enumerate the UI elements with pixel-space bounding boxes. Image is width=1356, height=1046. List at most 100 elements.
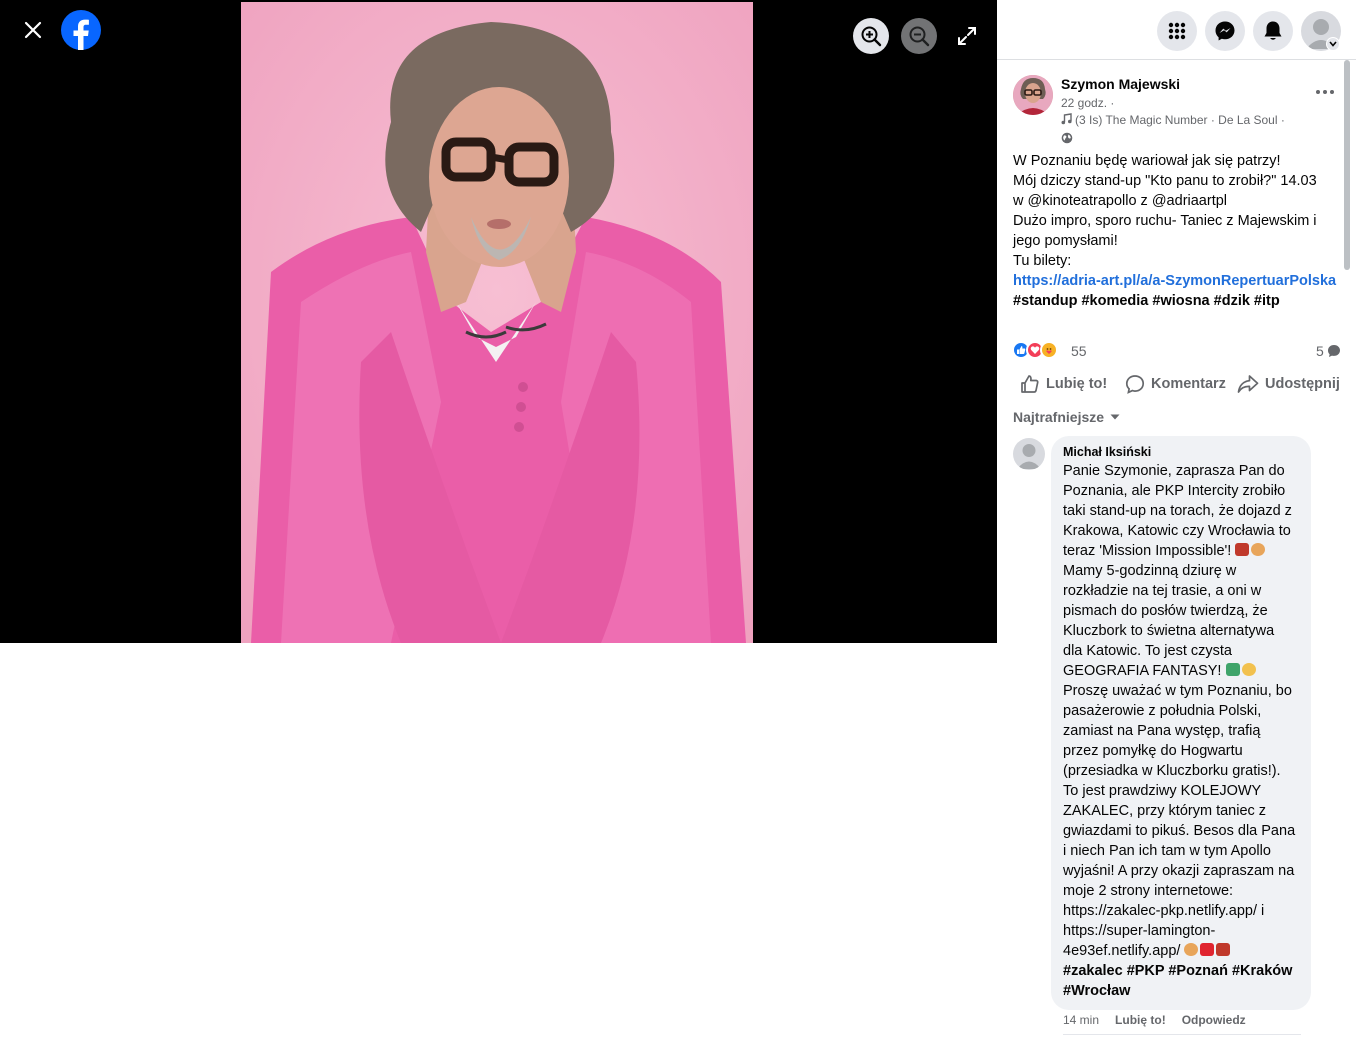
post-text-line: jego pomysłami! <box>1013 233 1118 249</box>
comment-link[interactable]: https://zakalec-pkp.netlify.app/ i <box>1063 901 1299 921</box>
share-button[interactable]: Udostępnij <box>1237 374 1340 394</box>
share-icon <box>1237 375 1259 393</box>
comment-author[interactable]: Michał Iksiński <box>1063 444 1299 460</box>
top-bar <box>997 0 1356 60</box>
comment-line: zamiast na Pana występ, trafią <box>1063 723 1261 739</box>
comment-line: Krakowa, Katowic czy Wrocławia to <box>1063 523 1291 539</box>
caret-down-icon <box>1110 414 1120 420</box>
audience-public[interactable] <box>1061 131 1073 149</box>
comment-reply-button[interactable]: Odpowiedz <box>1182 1013 1246 1027</box>
comment-line: pismach do posłów twierdzą, że <box>1063 603 1268 619</box>
cross-mark-emoji-icon <box>1200 943 1215 956</box>
post-photo[interactable] <box>241 2 753 643</box>
chevron-down-icon <box>1329 41 1337 47</box>
post-text-line: Mój dziczy stand-up "Kto panu to zrobił?… <box>1013 173 1317 189</box>
facebook-logo[interactable] <box>61 10 101 50</box>
comment-line: rozkładzie na tej trasie, a oni w <box>1063 583 1262 599</box>
author-avatar[interactable] <box>1013 75 1053 115</box>
notifications-button[interactable] <box>1253 11 1293 51</box>
comment-count[interactable]: 5 <box>1316 343 1341 359</box>
photo-illustration <box>241 2 753 643</box>
more-options-button[interactable] <box>1313 82 1337 102</box>
care-reaction-icon <box>1040 341 1058 359</box>
ticket-link[interactable]: https://adria-art.pl/a/a-SzymonRepertuar… <box>1013 271 1343 291</box>
post-hashtags[interactable]: #standup #komedia #wiosna #dzik #itp <box>1013 291 1343 311</box>
comment-line: i niech Pan ich tam w tym Apollo <box>1063 843 1271 859</box>
post-text-line: W Poznaniu będę wariował jak się patrzy! <box>1013 153 1281 169</box>
photo-viewer <box>0 0 997 643</box>
more-icon <box>1316 90 1320 94</box>
sort-label: Najtrafniejsze <box>1013 409 1105 425</box>
comment-label: Komentarz <box>1151 376 1226 392</box>
music-title: (3 Is) The Magic Number · De La Soul · <box>1075 113 1285 127</box>
comment-hashtags[interactable]: #zakalec #PKP #Poznań #Kraków <box>1063 961 1299 981</box>
comment-line: przez pomyłkę do Hogwartu <box>1063 743 1243 759</box>
comment-line: ZAKALEC, przy którym taniec z <box>1063 803 1267 819</box>
comment-line: pasażerowie z południa Polski, <box>1063 703 1262 719</box>
comment-line: wyjaśni! A przy okazji zapraszam na <box>1063 863 1295 879</box>
close-button[interactable] <box>18 15 48 45</box>
fullscreen-icon <box>958 27 976 45</box>
comment-time[interactable]: 14 min <box>1063 1013 1099 1027</box>
clown-emoji-icon <box>1241 663 1256 676</box>
reaction-icons[interactable] <box>1012 341 1058 359</box>
scrollbar-thumb[interactable] <box>1344 60 1350 270</box>
like-label: Lubię to! <box>1046 376 1108 392</box>
comment-line: taki stand-up na torach, że dojazd z <box>1063 503 1292 519</box>
post-timestamp[interactable]: 22 godz. · <box>1061 96 1114 110</box>
comment-hashtags[interactable]: #Wrocław <box>1063 981 1299 1001</box>
comment-link[interactable]: 4e93ef.netlify.app/ <box>1063 943 1180 959</box>
bell-icon <box>1264 21 1282 40</box>
comment-line: Kluczbork to świetna alternatywa <box>1063 623 1275 639</box>
train-emoji-icon <box>1235 543 1250 556</box>
pie-emoji-icon <box>1251 543 1266 556</box>
comment-line: Panie Szymonie, zaprasza Pan do <box>1063 463 1285 479</box>
share-label: Udostępnij <box>1265 376 1340 392</box>
menu-button[interactable] <box>1157 11 1197 51</box>
like-button[interactable]: Lubię to! <box>1020 374 1107 394</box>
post-text-line: Dużo impro, sporo ruchu- Taniec z Majews… <box>1013 213 1317 229</box>
more-icon-dot <box>1323 90 1327 94</box>
zoom-in-icon <box>861 26 882 47</box>
comment-line-with-emoji: teraz 'Mission Impossible'! <box>1063 541 1299 561</box>
post-text-line: w @kinoteatrapollo z @adriaartpl <box>1013 193 1228 209</box>
account-menu-chevron[interactable] <box>1326 37 1340 51</box>
comment-button[interactable]: Komentarz <box>1125 374 1226 394</box>
comment-line: gwiazdami to pikuś. Besos dla Pana <box>1063 823 1296 839</box>
avatar <box>1013 75 1053 115</box>
divider <box>1063 1034 1301 1035</box>
messenger-button[interactable] <box>1205 11 1245 51</box>
thumbs-up-icon <box>1021 375 1039 393</box>
comment-count-value: 5 <box>1316 343 1324 359</box>
comment-line-with-emoji: 4e93ef.netlify.app/ <box>1063 941 1299 961</box>
train-emoji-icon <box>1216 943 1231 956</box>
avatar <box>1017 444 1041 469</box>
zoom-out-button[interactable] <box>901 18 937 54</box>
comment-meta: 14 min Lubię to! Odpowiedz <box>1063 1013 1246 1027</box>
comment-bubble-icon <box>1327 345 1340 357</box>
commenter-avatar[interactable] <box>1013 438 1045 470</box>
post-author-name[interactable]: Szymon Majewski <box>1061 76 1180 92</box>
post-text: W Poznaniu będę wariował jak się patrzy!… <box>1013 151 1343 311</box>
post-text-line: Tu bilety: <box>1013 253 1072 269</box>
zoom-in-button[interactable] <box>853 18 889 54</box>
comment-line: teraz 'Mission Impossible'! <box>1063 543 1232 559</box>
map-emoji-icon <box>1225 663 1240 676</box>
fullscreen-button[interactable] <box>953 22 981 50</box>
comment-sort-dropdown[interactable]: Najtrafniejsze <box>1013 409 1120 425</box>
comment-link[interactable]: https://super-lamington- <box>1063 921 1299 941</box>
comment-line: dla Katowic. To jest czysta <box>1063 643 1232 659</box>
post-music[interactable]: (3 Is) The Magic Number · De La Soul · <box>1061 113 1285 127</box>
comment-line-with-emoji: GEOGRAFIA FANTASY! <box>1063 661 1299 681</box>
post-side-panel: Szymon Majewski 22 godz. · (3 Is) The Ma… <box>997 0 1356 1046</box>
comment-line: Mamy 5-godzinną dziurę w <box>1063 563 1237 579</box>
reaction-count[interactable]: 55 <box>1071 343 1087 359</box>
grid-menu-icon <box>1168 22 1186 40</box>
comment-bubble: Michał Iksiński Panie Szymonie, zaprasza… <box>1051 436 1311 1010</box>
messenger-icon <box>1215 21 1235 41</box>
post-actions: Lubię to! Komentarz Udostępnij <box>997 368 1341 400</box>
globe-icon <box>1061 132 1073 144</box>
comment-icon <box>1125 375 1145 394</box>
zoom-out-icon <box>909 26 930 47</box>
comment-like-button[interactable]: Lubię to! <box>1115 1013 1166 1027</box>
